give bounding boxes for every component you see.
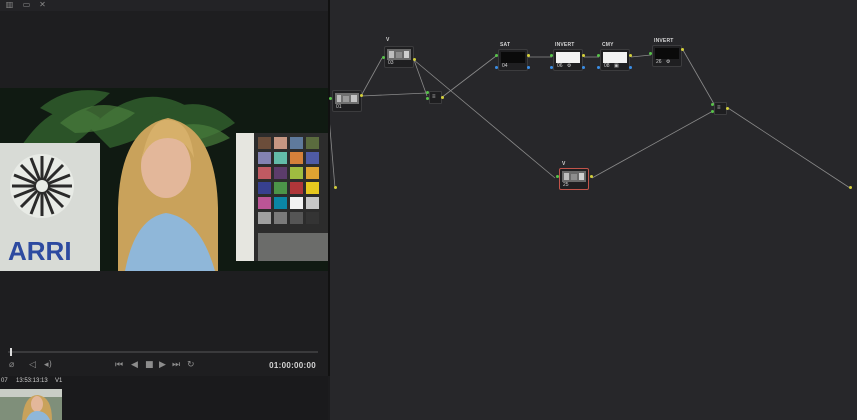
node-03-label: V [386,37,390,43]
clip-track: V1 [55,378,63,384]
clip-strip: 07 13:53:13:13 V1 [0,376,328,420]
node-06-label: INVERT [555,42,575,48]
node-06[interactable]: 06 ⚙ [553,49,583,71]
playhead[interactable] [10,348,12,356]
image-icon: ▣ [614,63,619,69]
node-26-label: INVERT [654,38,674,44]
audio-icon[interactable]: ⌀ [9,360,14,371]
node-08[interactable]: 08 ▣ [600,49,630,71]
node-08-key-output[interactable] [629,66,632,69]
timeline-scrubber[interactable] [8,351,318,353]
wipe-icon[interactable]: ✕ [38,1,47,9]
viewer-timecode: 01:00:00:00 [269,361,316,370]
clip-timecode: 13:53:13:13 [16,378,48,384]
mixer-1-output[interactable] [441,96,444,99]
node-tree-output[interactable] [849,186,852,189]
node-08-key-input[interactable] [597,66,600,69]
mixer-2-output[interactable] [726,107,729,110]
reverse-play-icon[interactable]: ◀ [131,360,138,371]
node-25[interactable]: 25 [559,168,589,190]
node-03-output[interactable] [413,58,416,61]
node-04-key-output[interactable] [527,66,530,69]
video-frame: ARRI [0,88,328,271]
node-04-label: SAT [500,42,511,48]
node-08-label: CMY [602,42,614,48]
source-dot[interactable] [334,186,337,189]
mixer-1-input-b[interactable] [426,97,429,100]
speaker-dim-icon[interactable]: ◁ [29,360,36,371]
gear-icon: ⚙ [567,63,572,69]
mixer-2-input-b[interactable] [711,110,714,113]
node-06-key-input[interactable] [550,66,553,69]
node-25-label: V [562,161,566,167]
node-01[interactable]: 01 [332,90,362,112]
mixer-1-input-a[interactable] [426,91,429,94]
node-04-output[interactable] [527,54,530,57]
node-26[interactable]: 26 ⚙ [652,45,682,67]
viewer-toolbar: ▥ ▭ ✕ [0,0,328,11]
node-06-input[interactable] [550,54,553,57]
loop-icon[interactable]: ↻ [187,360,195,371]
node-03-input[interactable] [382,56,385,59]
node-08-output[interactable] [629,54,632,57]
node-06-key-output[interactable] [582,66,585,69]
clip-thumbnail[interactable] [0,389,62,420]
node-26-output[interactable] [681,48,684,51]
node-04[interactable]: 04 [498,49,528,71]
node-25-output[interactable] [590,175,593,178]
volume-icon[interactable]: ◂) [44,360,52,371]
split-view-icon[interactable]: ▭ [22,1,31,9]
node-01-input[interactable] [329,97,332,100]
gear-icon: ⚙ [666,59,671,65]
node-08-input[interactable] [597,54,600,57]
node-01-output[interactable] [360,94,363,97]
node-03[interactable]: 03 [384,46,414,68]
node-graph[interactable]: 01 V 03 ≡ SAT 04 INVERT 06 ⚙ CMY 08 ▣ IN… [329,0,857,420]
node-04-key-input[interactable] [495,66,498,69]
mixer-2-input-a[interactable] [711,103,714,106]
node-06-output[interactable] [582,54,585,57]
play-icon[interactable]: ▶ [159,360,166,371]
arri-logo-text: ARRI [8,236,72,266]
node-25-input[interactable] [556,175,559,178]
node-26-input[interactable] [649,52,652,55]
transport-bar: ⌀ ◁ ◂) ⏮ ◀ ■ ▶ ⏭ ↻ 01:00:00:00 [0,357,328,376]
stop-icon[interactable]: ■ [145,360,154,371]
node-04-input[interactable] [495,54,498,57]
clip-number: 07 [1,378,8,384]
first-frame-icon[interactable]: ⏮ [115,360,123,371]
last-frame-icon[interactable]: ⏭ [172,360,180,371]
viewer-panel: ▥ ▭ ✕ ARRI ⌀ ◁ ◂) ⏮ ◀ ■ ▶ ⏭ ↻ 01:00:00:0… [0,0,328,376]
layout-icon[interactable]: ▥ [5,1,14,9]
